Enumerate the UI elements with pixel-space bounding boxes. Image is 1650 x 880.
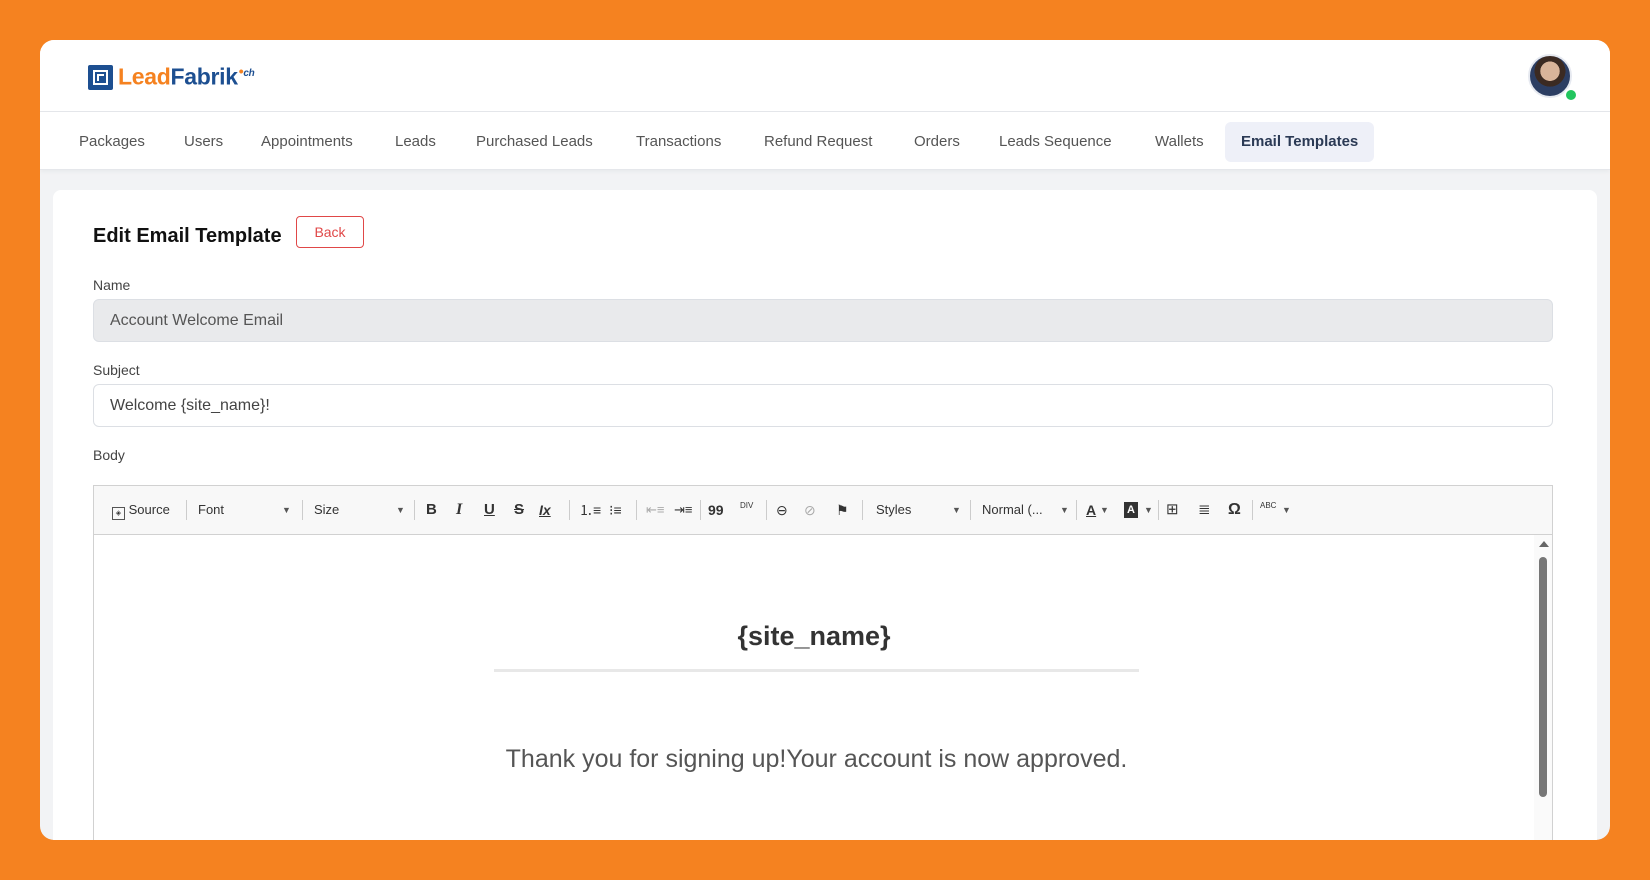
editor-content[interactable]: {site_name} Thank you for signing up!You… <box>94 535 1534 840</box>
bold-button[interactable]: B <box>426 500 437 520</box>
bulleted-list-icon[interactable]: ⁝≡ <box>609 500 622 520</box>
nav-transactions[interactable]: Transactions <box>620 122 737 162</box>
email-divider <box>494 669 1139 672</box>
edit-template-card: Edit Email Template Back Name Account We… <box>53 190 1597 840</box>
nav-leads-sequence[interactable]: Leads Sequence <box>983 122 1128 162</box>
strikethrough-button[interactable]: S <box>514 500 524 520</box>
table-icon[interactable]: ⊞ <box>1166 500 1179 520</box>
spellcheck-caret-icon: ▼ <box>1282 505 1291 515</box>
nav-leads[interactable]: Leads <box>379 122 452 162</box>
nav-email-templates[interactable]: Email Templates <box>1225 122 1375 162</box>
indent-icon[interactable]: ⇥≡ <box>674 500 692 520</box>
source-icon: ◈ <box>112 507 125 520</box>
unlink-icon[interactable]: ⊘ <box>804 500 816 520</box>
online-status-indicator <box>1564 88 1578 102</box>
bg-color-caret-icon: ▼ <box>1144 505 1153 515</box>
underline-button[interactable]: U <box>484 500 495 520</box>
scroll-thumb[interactable] <box>1539 557 1547 797</box>
nav-purchased-leads[interactable]: Purchased Leads <box>460 122 609 162</box>
source-button[interactable]: ◈ Source <box>112 500 170 520</box>
editor-scrollbar[interactable] <box>1534 535 1552 840</box>
editor-toolbar: ◈ Source Font ▼ Size ▼ B I U S Ix ⒈≡ ⁝≡ … <box>94 486 1552 535</box>
nav-users[interactable]: Users <box>168 122 239 162</box>
rich-text-editor: ◈ Source Font ▼ Size ▼ B I U S Ix ⒈≡ ⁝≡ … <box>93 485 1553 840</box>
email-body-text: Thank you for signing up!Your account is… <box>505 745 1128 773</box>
subject-field[interactable]: Welcome {site_name}! <box>93 384 1553 427</box>
blockquote-button[interactable]: 99 <box>708 500 724 520</box>
numbered-list-icon[interactable]: ⒈≡ <box>579 500 601 520</box>
name-field[interactable]: Account Welcome Email <box>93 299 1553 342</box>
logo-text: LeadFabrik•ch <box>118 63 255 90</box>
anchor-flag-icon[interactable]: ⚑ <box>836 500 849 520</box>
scroll-up-arrow-icon[interactable] <box>1539 541 1549 547</box>
bg-color-button[interactable]: A <box>1124 502 1138 518</box>
remove-format-button[interactable]: Ix <box>539 500 551 520</box>
logo-mark-icon <box>88 64 113 90</box>
format-caret-icon: ▼ <box>1060 505 1069 515</box>
styles-select[interactable]: Styles <box>876 500 911 520</box>
email-heading: {site_name} <box>737 621 891 651</box>
body-label: Body <box>93 447 125 463</box>
top-header: LeadFabrik•ch <box>40 40 1610 112</box>
link-icon[interactable]: ⊖ <box>776 500 788 520</box>
outdent-icon[interactable]: ⇤≡ <box>646 500 664 520</box>
horizontal-rule-icon[interactable]: ≣ <box>1198 500 1211 520</box>
text-color-caret-icon: ▼ <box>1100 505 1109 515</box>
font-caret-icon: ▼ <box>282 505 291 515</box>
back-button[interactable]: Back <box>296 216 364 248</box>
size-caret-icon: ▼ <box>396 505 405 515</box>
app-window: LeadFabrik•ch Packages Users Appointment… <box>40 40 1610 840</box>
leadfabrik-logo[interactable]: LeadFabrik•ch <box>88 62 255 92</box>
italic-button[interactable]: I <box>456 500 462 520</box>
spellcheck-button[interactable]: ABC <box>1260 501 1276 521</box>
subject-label: Subject <box>93 362 140 378</box>
nav-wallets[interactable]: Wallets <box>1139 122 1220 162</box>
nav-refund-request[interactable]: Refund Request <box>748 122 888 162</box>
nav-packages[interactable]: Packages <box>63 122 161 162</box>
nav-appointments[interactable]: Appointments <box>245 122 369 162</box>
text-color-button[interactable]: A <box>1086 500 1096 520</box>
create-div-button[interactable]: DIV <box>740 501 753 521</box>
special-char-button[interactable]: Ω <box>1228 500 1241 520</box>
name-label: Name <box>93 277 131 293</box>
nav-orders[interactable]: Orders <box>898 122 976 162</box>
font-select[interactable]: Font <box>198 500 224 520</box>
page-title: Edit Email Template <box>93 225 282 247</box>
main-nav: Packages Users Appointments Leads Purcha… <box>40 112 1610 170</box>
size-select[interactable]: Size <box>314 500 339 520</box>
styles-caret-icon: ▼ <box>952 505 961 515</box>
format-select[interactable]: Normal (... <box>982 500 1043 520</box>
